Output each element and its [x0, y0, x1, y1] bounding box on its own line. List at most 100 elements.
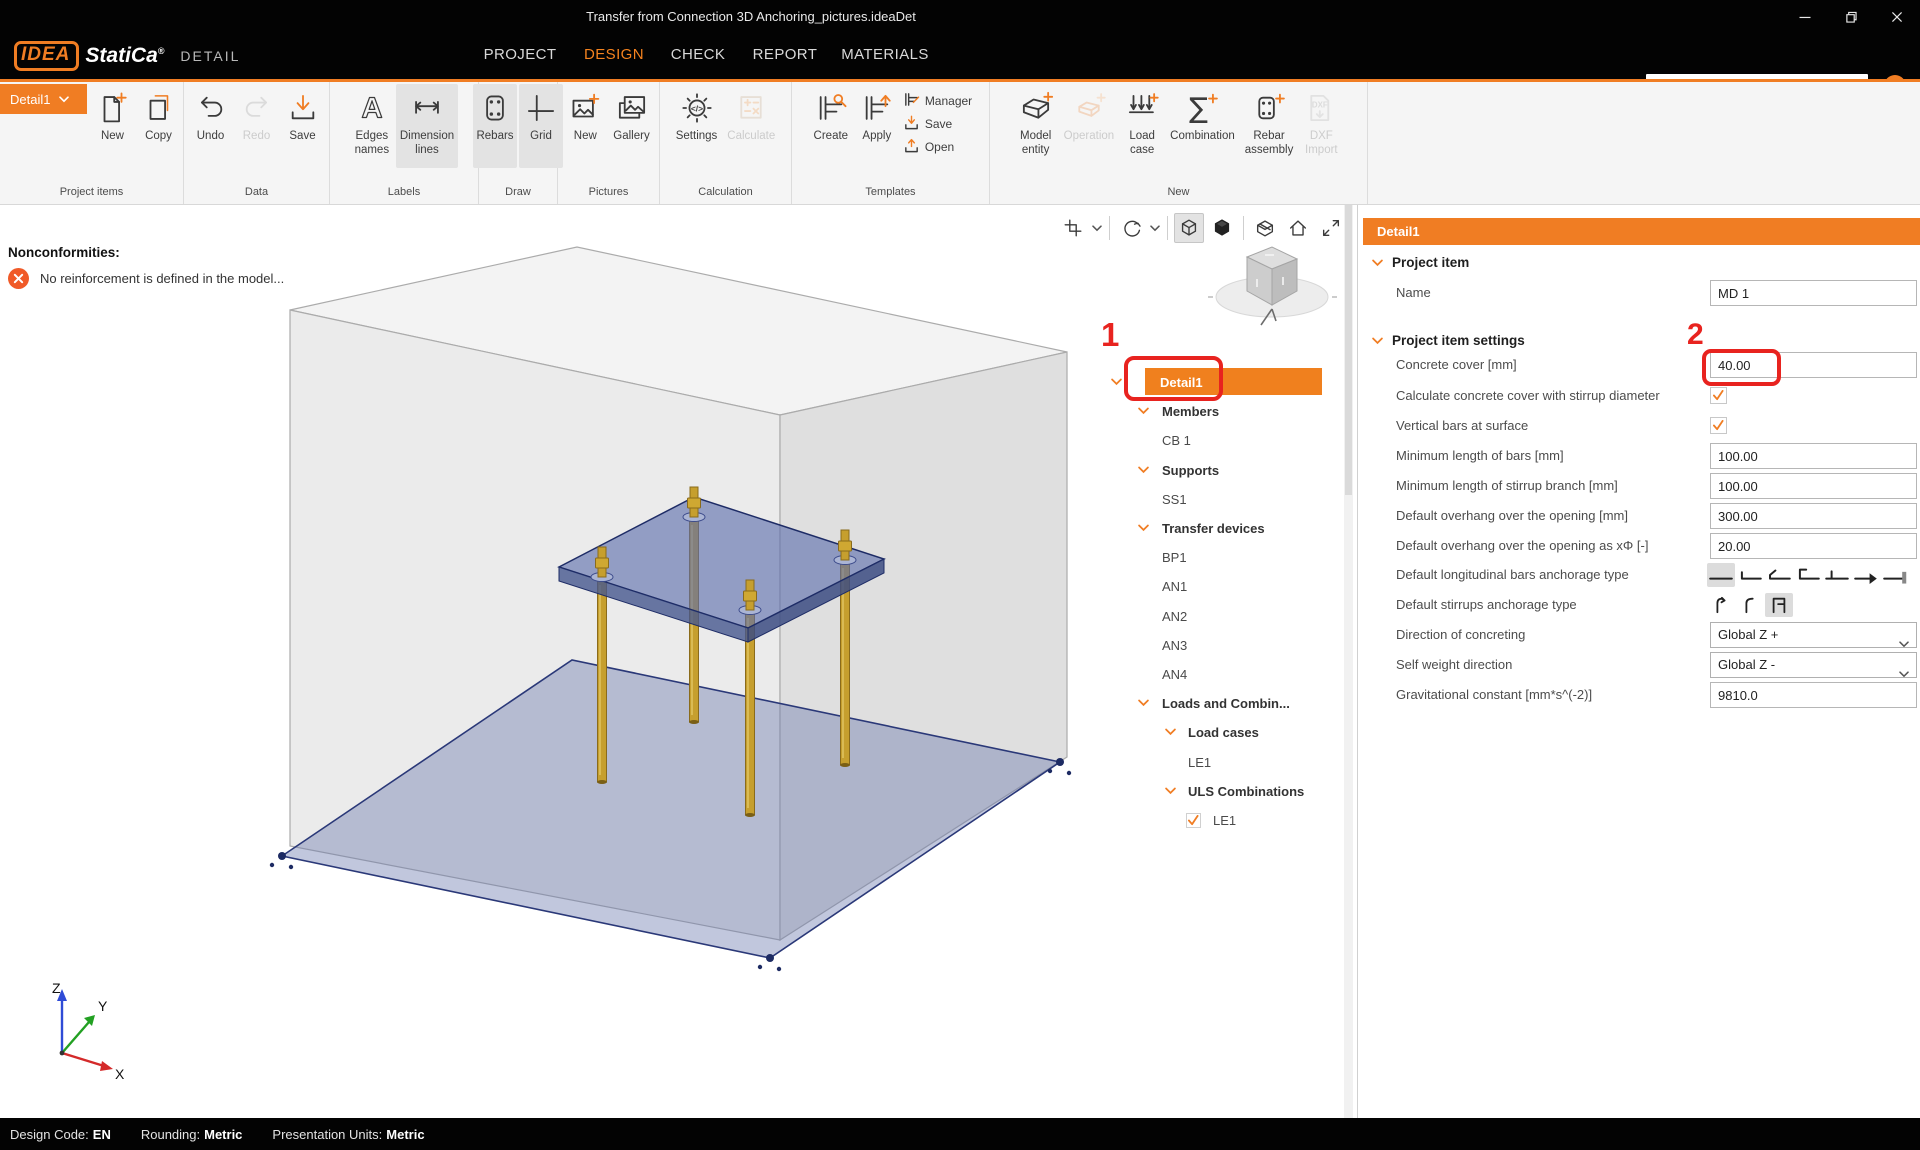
undo-icon: [194, 88, 228, 128]
stirrup-closed-icon[interactable]: [1765, 593, 1793, 617]
ribbon-button-new[interactable]: New: [563, 84, 607, 168]
ribbon-button-load-case[interactable]: Loadcase: [1120, 84, 1164, 168]
menu-tab-materials[interactable]: MATERIALS: [841, 33, 929, 79]
ribbon-button-combination[interactable]: ∑Combination: [1166, 84, 1239, 168]
menu-tab-check[interactable]: CHECK: [671, 33, 726, 79]
ribbon-button-new[interactable]: New: [91, 84, 135, 168]
chevron-down-icon[interactable]: [1372, 255, 1383, 270]
ribbon-button-label: Modelentity: [1020, 129, 1051, 157]
menu-tab-project[interactable]: PROJECT: [484, 33, 557, 79]
ribbon-button-redo[interactable]: Redo: [235, 84, 279, 168]
close-button[interactable]: [1874, 0, 1920, 33]
property-checkbox-vertical-bars-at-surface[interactable]: [1710, 417, 1727, 434]
chevron-down-icon[interactable]: [1138, 407, 1149, 415]
template-save-icon: [903, 114, 920, 134]
property-input-default-overhang-over-the-opening-as-x[interactable]: [1710, 533, 1917, 559]
chevron-down-icon[interactable]: [1138, 699, 1149, 707]
ribbon-button-template-save[interactable]: Save: [903, 114, 972, 134]
tree-item-cb-1[interactable]: CB 1: [1105, 426, 1355, 454]
anchor-foot-icon[interactable]: [1823, 563, 1851, 587]
tree-item-an4[interactable]: AN4: [1105, 660, 1355, 688]
chevron-down-icon[interactable]: [1372, 333, 1383, 348]
chevron-down-icon[interactable]: [1165, 728, 1176, 736]
ribbon-button-template-open[interactable]: Open: [903, 137, 972, 157]
ribbon-button-undo[interactable]: Undo: [189, 84, 233, 168]
stirrup-bend-icon[interactable]: [1736, 593, 1764, 617]
module-name: DETAIL: [180, 48, 240, 64]
property-select-direction-of-concreting[interactable]: Global Z +: [1710, 622, 1917, 648]
ribbon-button-operation[interactable]: Operation: [1060, 84, 1119, 168]
restore-button[interactable]: [1828, 0, 1874, 33]
tree-item-supports[interactable]: Supports: [1105, 456, 1355, 484]
property-input-default-overhang-over-the-opening-mm[interactable]: [1710, 503, 1917, 529]
viewport-orbit-icon[interactable]: [1116, 213, 1146, 243]
anchor-loop-icon[interactable]: [1794, 563, 1822, 587]
panel-section-project-item[interactable]: Project item: [1372, 252, 1469, 272]
ribbon-button-create[interactable]: Create: [809, 84, 853, 168]
property-input-name[interactable]: [1710, 280, 1917, 306]
ribbon-button-grid[interactable]: Grid: [519, 84, 563, 168]
viewport-wire-cube-icon[interactable]: [1174, 213, 1204, 243]
tree-item-le1[interactable]: LE1: [1105, 748, 1355, 776]
chevron-down-icon[interactable]: [1138, 466, 1149, 474]
ribbon-button-rebar-assembly[interactable]: Rebarassembly: [1241, 84, 1298, 168]
ribbon-group-new: Modelentity OperationLoadcase∑Combination…: [990, 82, 1368, 204]
canvas-scrollbar[interactable]: [1344, 205, 1353, 1118]
ribbon-button-calculate[interactable]: Calculate: [723, 84, 779, 168]
tree-item-an1[interactable]: AN1: [1105, 572, 1355, 600]
tree-item-label: BP1: [1162, 550, 1187, 565]
tree-item-members[interactable]: Members: [1105, 397, 1355, 425]
anchor-straight-icon[interactable]: [1707, 563, 1735, 587]
chevron-down-icon[interactable]: [1091, 213, 1103, 243]
tree-item-an2[interactable]: AN2: [1105, 602, 1355, 630]
tree-item-loads-and-combin[interactable]: Loads and Combin...: [1105, 689, 1355, 717]
chevron-down-icon[interactable]: [1165, 787, 1176, 795]
stirrup-hook-icon[interactable]: [1707, 593, 1735, 617]
property-checkbox-calculate-concrete-cover-with-stirrup-diameter[interactable]: [1710, 387, 1727, 404]
tree-item-transfer-devices[interactable]: Transfer devices: [1105, 514, 1355, 542]
ribbon-button-copy[interactable]: Copy: [137, 84, 181, 168]
property-input-concrete-cover-mm[interactable]: [1710, 352, 1917, 378]
ribbon-button-dxf-import[interactable]: DXFDXFImport: [1299, 84, 1343, 168]
anchor-bend-icon[interactable]: [1736, 563, 1764, 587]
navigation-cube[interactable]: [1205, 233, 1340, 338]
ribbon-button-model-entity[interactable]: Modelentity: [1014, 84, 1058, 168]
ribbon-button-settings[interactable]: </>Settings: [672, 84, 722, 168]
property-input-gravitational-constant-mm-s-2[interactable]: [1710, 682, 1917, 708]
ribbon-button-edges-names[interactable]: AEdgesnames: [350, 84, 394, 168]
tree-item-detail1[interactable]: Detail1: [1105, 368, 1355, 396]
panel-section-project-item-settings[interactable]: Project item settings: [1372, 330, 1525, 350]
tree-item-checkbox[interactable]: [1186, 813, 1201, 828]
property-input-minimum-length-of-bars-mm[interactable]: [1710, 443, 1917, 469]
ribbon-button-save[interactable]: Save: [281, 84, 325, 168]
property-label: Self weight direction: [1396, 652, 1512, 678]
menu-tab-design[interactable]: DESIGN: [584, 33, 644, 79]
minimize-button[interactable]: [1782, 0, 1828, 33]
ribbon-button-rebars[interactable]: Rebars: [473, 84, 517, 168]
tree-item-load-cases[interactable]: Load cases: [1105, 718, 1355, 746]
ribbon-group-labels: AEdgesnamesDimensionlinesLabels: [330, 82, 479, 204]
annotation-step-1: 1: [1101, 316, 1119, 354]
tree-item-ss1[interactable]: SS1: [1105, 485, 1355, 513]
chevron-down-icon[interactable]: [1138, 524, 1149, 532]
chevron-down-icon[interactable]: [1149, 213, 1161, 243]
ribbon-button-template-manager[interactable]: Manager: [903, 91, 972, 111]
ribbon-button-label: Rebarassembly: [1245, 129, 1294, 157]
anchor-plate-icon[interactable]: [1881, 563, 1909, 587]
ribbon-button-dimension-lines[interactable]: Dimensionlines: [396, 84, 458, 168]
menu-tab-report[interactable]: REPORT: [753, 33, 818, 79]
viewport-crop-view-icon[interactable]: [1058, 213, 1088, 243]
anchor-hook-icon[interactable]: [1765, 563, 1793, 587]
property-input-minimum-length-of-stirrup-branch-mm[interactable]: [1710, 473, 1917, 499]
tree-item-an3[interactable]: AN3: [1105, 631, 1355, 659]
ribbon-button-apply[interactable]: Apply: [855, 84, 899, 168]
tree-item-label: Transfer devices: [1162, 521, 1265, 536]
tree-item-uls-combinations[interactable]: ULS Combinations: [1105, 777, 1355, 805]
property-select-self-weight-direction[interactable]: Global Z -: [1710, 652, 1917, 678]
properties-panel: Detail1 Project itemNameProject item set…: [1358, 205, 1920, 1118]
anchor-welded-icon[interactable]: [1852, 563, 1880, 587]
tree-item-le1-combination[interactable]: LE1: [1105, 806, 1355, 834]
chevron-down-icon[interactable]: [1111, 378, 1122, 386]
ribbon-button-gallery[interactable]: Gallery: [609, 84, 653, 168]
tree-item-bp1[interactable]: BP1: [1105, 543, 1355, 571]
